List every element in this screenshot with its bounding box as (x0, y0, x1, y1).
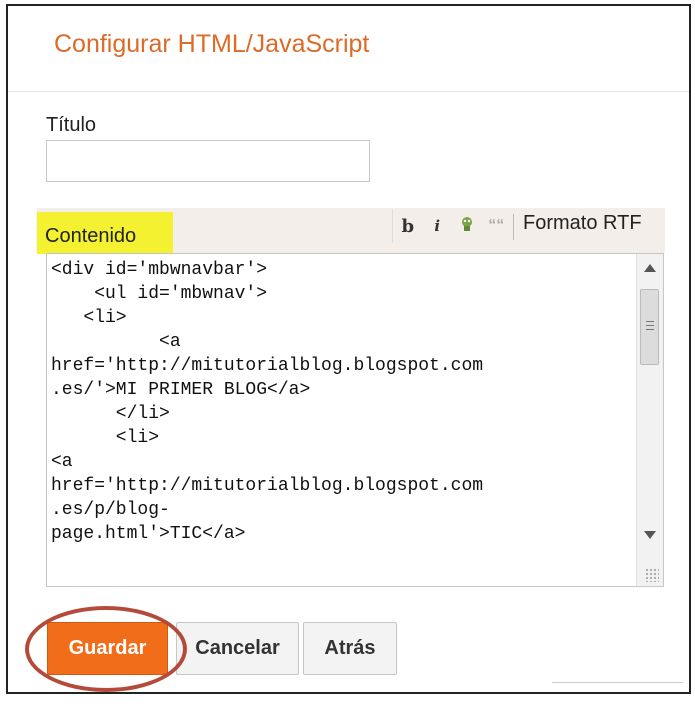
quote-button[interactable]: ““ (484, 217, 508, 235)
dialog-header: Configurar HTML/JavaScript (8, 6, 689, 92)
save-button[interactable]: Guardar (47, 622, 168, 675)
title-input[interactable] (46, 140, 370, 182)
toolbar-separator (513, 214, 514, 240)
bold-button[interactable]: b (396, 216, 420, 237)
rich-text-toggle[interactable]: Formato RTF (523, 212, 642, 235)
format-toolbar: b i ““ (392, 209, 511, 243)
dialog-title: Configurar HTML/JavaScript (54, 30, 370, 58)
scroll-up-arrow-icon[interactable] (644, 264, 656, 272)
bottom-divider (552, 682, 683, 683)
back-button[interactable]: Atrás (303, 622, 397, 675)
scroll-down-arrow-icon[interactable] (644, 531, 656, 539)
content-label: Contenido (45, 225, 137, 247)
italic-button[interactable]: i (425, 217, 449, 235)
content-editor[interactable]: <div id='mbwnavbar'> <ul id='mbwnav'> <l… (46, 253, 664, 587)
link-icon[interactable] (455, 216, 479, 236)
cancel-button[interactable]: Cancelar (176, 622, 299, 675)
scrollbar-thumb[interactable] (640, 289, 659, 365)
resize-handle-icon[interactable] (645, 568, 659, 582)
code-textarea[interactable]: <div id='mbwnavbar'> <ul id='mbwnav'> <l… (51, 258, 637, 546)
content-toolbar: Contenido b i ““ Formato RTF (37, 208, 665, 254)
title-label: Título (46, 114, 97, 136)
editor-scrollbar[interactable] (636, 254, 663, 586)
